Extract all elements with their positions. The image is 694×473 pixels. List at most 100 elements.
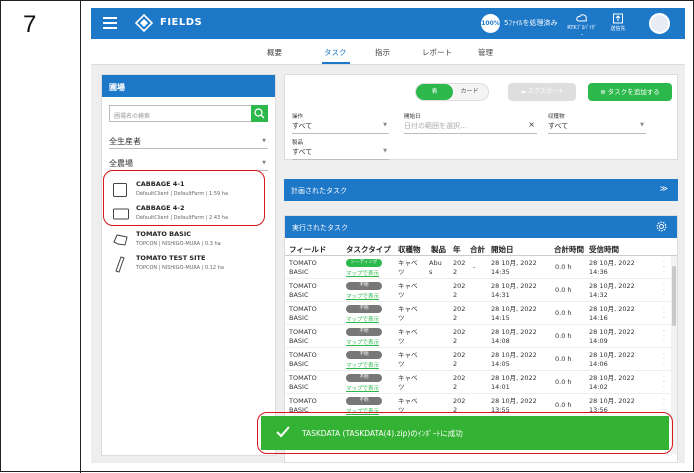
- more-options-icon[interactable]: · · ·: [663, 306, 665, 322]
- chevron-down-icon: ▼: [640, 122, 644, 128]
- fields-panel-title: 圃場: [102, 75, 275, 97]
- tab-reports[interactable]: レポート: [422, 47, 452, 58]
- product-select[interactable]: すべて ▼: [292, 147, 389, 160]
- brand-name: FIELDS: [160, 17, 203, 28]
- progress-badge[interactable]: 100%: [481, 14, 500, 33]
- rtk-provider-button[interactable]: RTKﾌﾟﾛﾊﾞｲﾀﾞｰ: [567, 13, 597, 38]
- column-header[interactable]: 年: [453, 244, 461, 255]
- double-chevron-down-icon[interactable]: ≫: [660, 184, 668, 193]
- operation-select[interactable]: すべて ▼: [292, 121, 389, 134]
- step-number: 7: [23, 11, 37, 38]
- column-header[interactable]: タスクタイプ: [346, 244, 391, 255]
- search-icon: [254, 108, 265, 119]
- crop-label: 収穫物: [548, 114, 565, 120]
- product-label: 製品: [292, 140, 304, 146]
- table-row[interactable]: TOMATO BASIC 不明 マップで表示 キャベツ 202 2 28 10月, 2022 1…: [285, 280, 677, 302]
- table-header: フィールド タスクタイプ 収穫物 製品 年 合計 開始日 合計時間 受信時間: [285, 240, 677, 256]
- more-options-icon[interactable]: · · ·: [663, 283, 665, 299]
- add-task-button[interactable]: ⊕ タスクを追加する: [588, 83, 672, 101]
- table-view-option[interactable]: 表: [416, 84, 453, 100]
- table-row[interactable]: TOMATO BASIC シーディング マップで表示 キャベツ Abu s 202 2-28 1…: [285, 257, 677, 279]
- task-type-badge: 不明: [346, 397, 382, 405]
- search-button[interactable]: [251, 105, 268, 122]
- processing-status: 5ﾌｧｲﾙを処理済み: [504, 19, 558, 27]
- duration-cell: 0.0 h: [555, 355, 572, 363]
- chevron-down-icon: ▼: [262, 138, 266, 144]
- column-header[interactable]: 開始日: [491, 244, 514, 255]
- show-on-map-link[interactable]: マップで表示: [346, 269, 379, 277]
- table-row[interactable]: TOMATO BASIC 不明 マップで表示 キャベツ 202 2 28 10月, 2022 1…: [285, 372, 677, 394]
- field-search-input[interactable]: 圃場名の検索: [109, 105, 268, 122]
- gear-icon[interactable]: [656, 221, 667, 232]
- column-header[interactable]: 収穫物: [398, 244, 421, 255]
- column-header[interactable]: 製品: [431, 244, 446, 255]
- show-on-map-link[interactable]: マップで表示: [346, 338, 379, 346]
- chevron-down-icon: ▼: [383, 148, 387, 154]
- duration-cell: 0.0 h: [555, 309, 572, 317]
- show-on-map-link[interactable]: マップで表示: [346, 315, 379, 323]
- task-type-badge: 不明: [346, 374, 382, 382]
- active-tab-indicator: [322, 62, 350, 64]
- tab-instructions[interactable]: 指示: [375, 47, 390, 58]
- date-range-input[interactable]: 日付の範囲を選択... ×: [404, 120, 537, 134]
- fields-logo-icon: [135, 14, 153, 32]
- tab-overview[interactable]: 概要: [267, 47, 282, 58]
- step-number-cell: 7: [1, 1, 81, 473]
- task-type-badge: 不明: [346, 282, 382, 290]
- task-type-badge: 不明: [346, 305, 382, 313]
- field-item-tomato-test-site[interactable]: TOMATO TEST SITE TOPCON | NISHIGO-MURA |…: [108, 252, 268, 276]
- send-to-button[interactable]: 送信先: [603, 13, 633, 32]
- toast-message: TASKDATA (TASKDATA(4).zip)のｲﾝﾎﾟｰﾄに成功: [302, 429, 463, 438]
- column-header[interactable]: 合計時間: [554, 244, 584, 255]
- more-options-icon[interactable]: · · ·: [663, 375, 665, 391]
- start-date-label: 開始日: [404, 114, 421, 120]
- clear-icon[interactable]: ×: [528, 120, 535, 129]
- more-options-icon[interactable]: · · ·: [663, 352, 665, 368]
- show-on-map-link[interactable]: マップで表示: [346, 384, 379, 392]
- show-on-map-link[interactable]: マップで表示: [346, 292, 379, 300]
- view-toggle[interactable]: 表 カード: [415, 83, 489, 101]
- column-header[interactable]: 受信時間: [589, 244, 619, 255]
- chevron-down-icon: ▼: [383, 122, 387, 128]
- task-filter-panel: 表 カード ☁ エクスポート ⊕ タスクを追加する 操作 すべて ▼ 開始日 日付…: [284, 74, 678, 160]
- column-header[interactable]: 合計: [470, 244, 485, 255]
- column-header[interactable]: フィールド: [289, 244, 326, 255]
- operation-label: 操作: [292, 114, 304, 120]
- farm-select[interactable]: 全農場 ▼: [109, 155, 268, 171]
- field-boundary-icon: [113, 234, 128, 246]
- fields-panel: 圃場 圃場名の検索 全生産者 ▼ 全農場 ▼ CABBAGE 4-1 Default…: [101, 74, 276, 456]
- screenshot: FIELDS 100% 5ﾌｧｲﾙを処理済み RTKﾌﾟﾛﾊﾞｲﾀﾞｰ 送信先 …: [91, 8, 685, 463]
- field-boundary-icon: [115, 256, 125, 273]
- more-options-icon[interactable]: · · ·: [663, 398, 665, 414]
- cabbage-fields-highlight: [103, 170, 265, 226]
- user-avatar[interactable]: [649, 13, 670, 34]
- executed-tasks-header: 実行されたタスク: [285, 216, 677, 238]
- more-options-icon[interactable]: · · ·: [663, 260, 665, 276]
- export-button[interactable]: ☁ エクスポート: [508, 83, 576, 101]
- more-options-icon[interactable]: · · ·: [663, 329, 665, 345]
- card-view-option[interactable]: カード: [451, 84, 488, 100]
- import-success-toast: TASKDATA (TASKDATA(4).zip)のｲﾝﾎﾟｰﾄに成功: [261, 416, 669, 450]
- menu-icon[interactable]: [103, 17, 117, 29]
- table-row[interactable]: TOMATO BASIC 不明 マップで表示 キャベツ 202 2 28 10月, 2022 1…: [285, 326, 677, 348]
- duration-cell: 0.0 h: [555, 286, 572, 294]
- task-type-badge: 不明: [346, 328, 382, 336]
- duration-cell: 0.0 h: [555, 378, 572, 386]
- duration-cell: 0.0 h: [555, 401, 572, 409]
- crop-select[interactable]: すべて ▼: [548, 121, 646, 134]
- field-item-tomato-basic[interactable]: TOMATO BASIC TOPCON | NISHIGO-MURA | 0.3…: [108, 228, 268, 252]
- top-bar: FIELDS 100% 5ﾌｧｲﾙを処理済み RTKﾌﾟﾛﾊﾞｲﾀﾞｰ 送信先: [91, 8, 685, 39]
- total-cell: -: [473, 263, 476, 271]
- duration-cell: 0.0 h: [555, 263, 572, 271]
- tab-admin[interactable]: 管理: [478, 47, 493, 58]
- duration-cell: 0.0 h: [555, 332, 572, 340]
- grower-select[interactable]: 全生産者 ▼: [109, 133, 268, 149]
- checkmark-icon: [276, 426, 290, 438]
- task-type-badge: シーディング: [346, 259, 382, 267]
- show-on-map-link[interactable]: マップで表示: [346, 361, 379, 369]
- tab-tasks[interactable]: タスク: [324, 47, 347, 58]
- planned-tasks-header[interactable]: 計画されたタスク ≫: [284, 179, 678, 201]
- table-row[interactable]: TOMATO BASIC 不明 マップで表示 キャベツ 202 2 28 10月, 2022 1…: [285, 303, 677, 325]
- table-row[interactable]: TOMATO BASIC 不明 マップで表示 キャベツ 202 2 28 10月, 2022 1…: [285, 349, 677, 371]
- task-type-badge: 不明: [346, 351, 382, 359]
